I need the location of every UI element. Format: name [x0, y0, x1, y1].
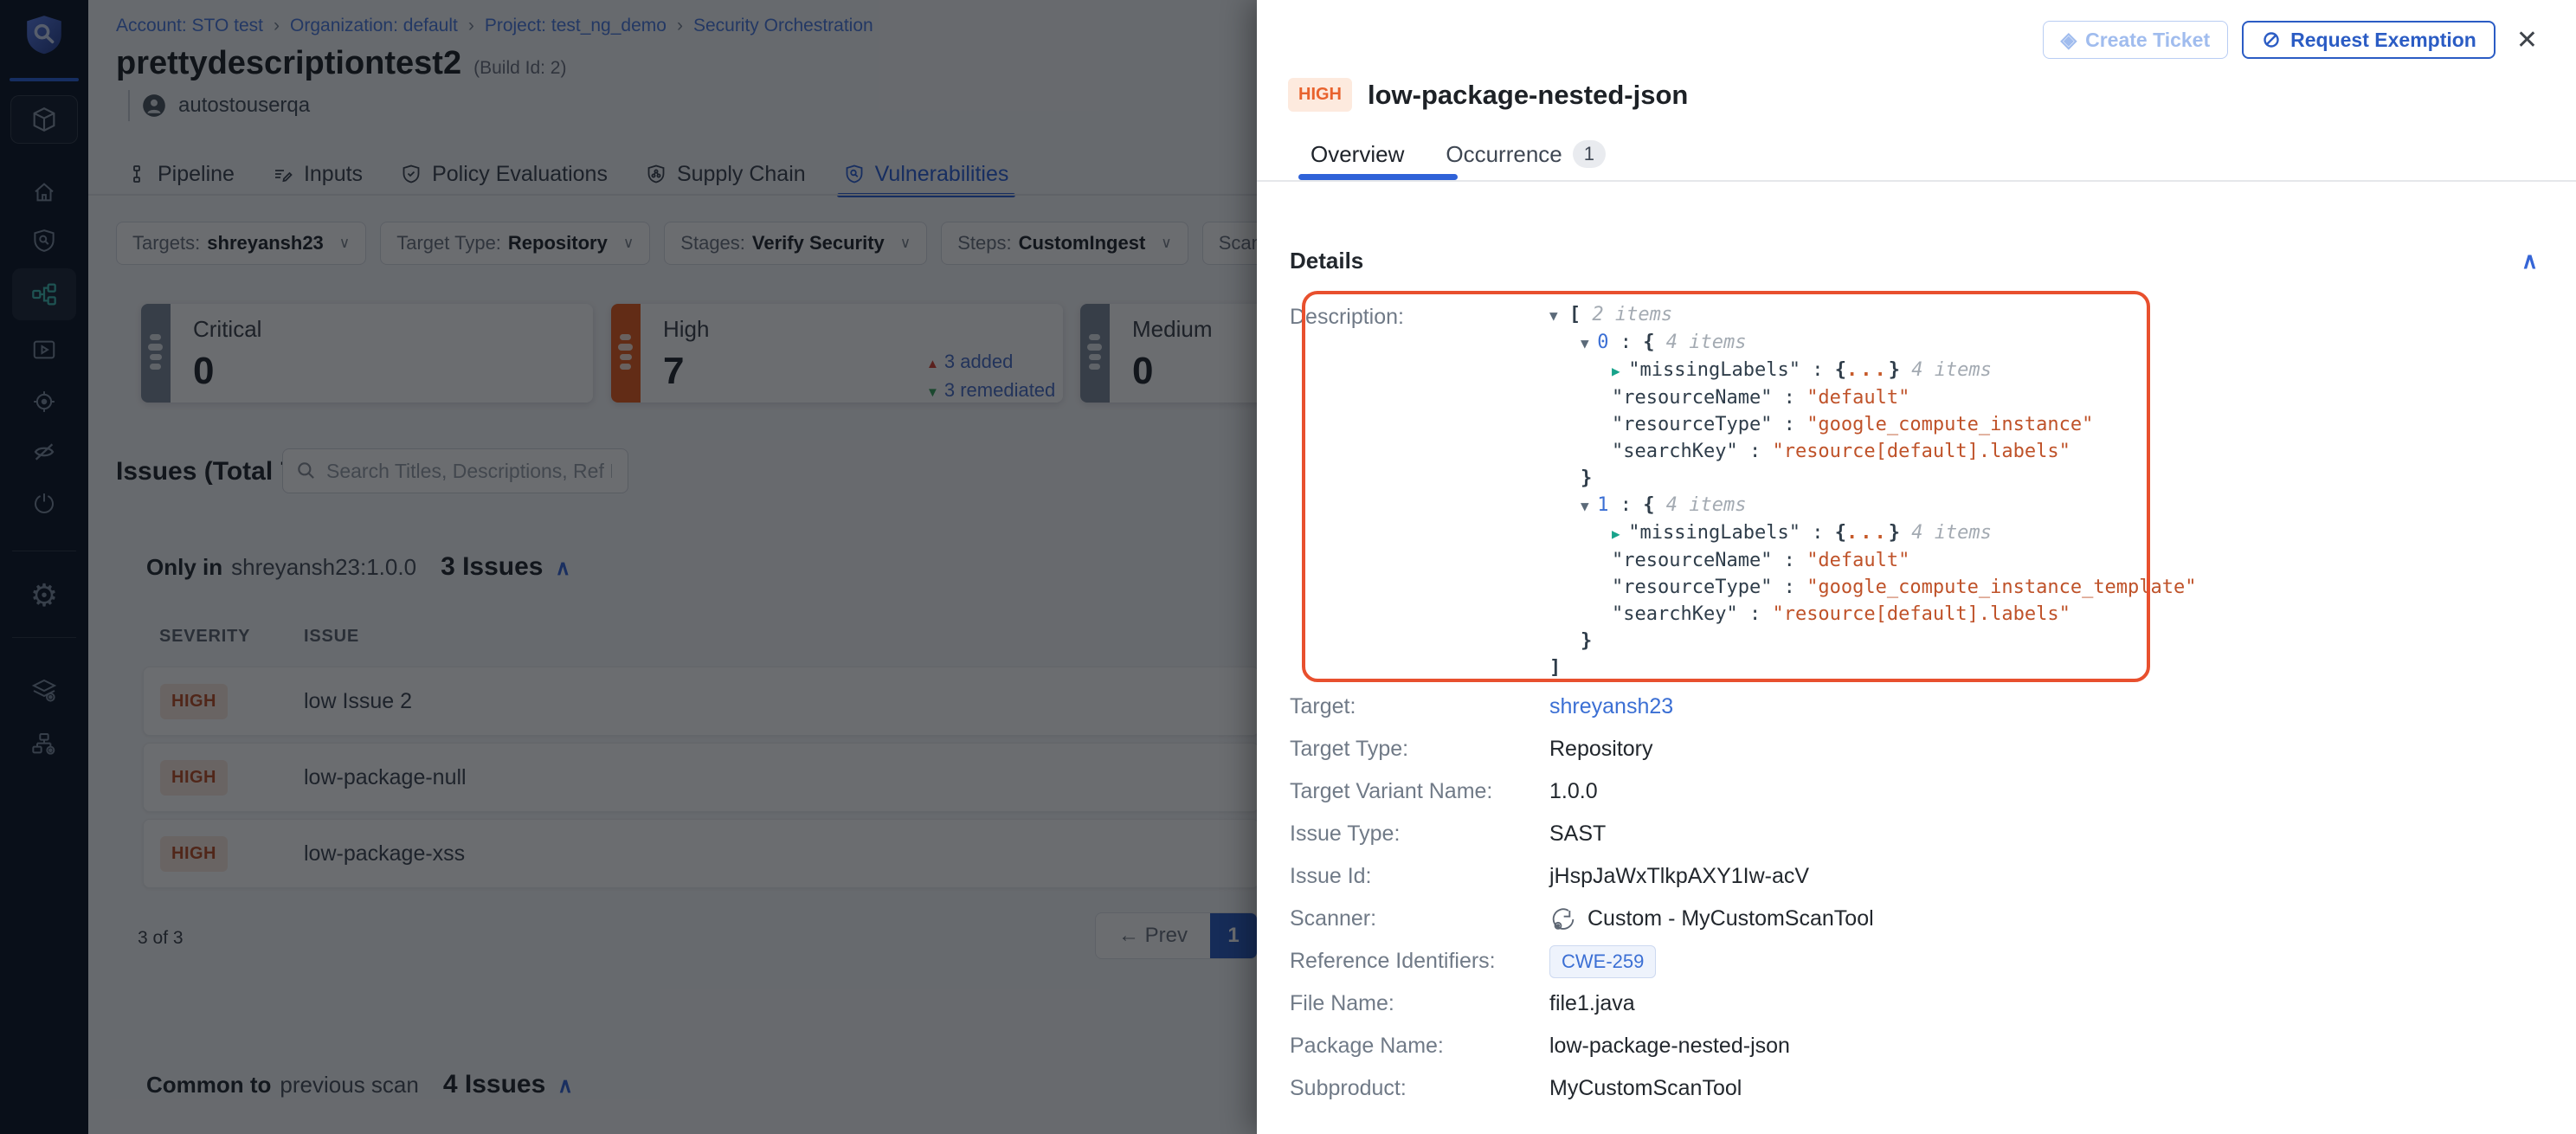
panel-actions: ◈ Create Ticket Request Exemption ✕ — [2043, 21, 2538, 59]
create-ticket-button[interactable]: ◈ Create Ticket — [2043, 21, 2229, 59]
panel-issue-title: low-package-nested-json — [1368, 80, 1688, 111]
details-section-heading: Details — [1290, 248, 1363, 274]
custom-scanner-icon — [1549, 905, 1577, 933]
field-scanner: Scanner: Custom - MyCustomScanTool — [1290, 898, 2502, 940]
field-target-variant-name: Target Variant Name: 1.0.0 — [1290, 770, 2502, 813]
close-icon[interactable]: ✕ — [2516, 25, 2538, 55]
ticket-diamond-icon: ◈ — [2061, 28, 2077, 53]
target-link[interactable]: shreyansh23 — [1549, 694, 1673, 719]
app-window: ⚙ Account: STO test › Organization: defa… — [0, 0, 2576, 1134]
field-target: Target: shreyansh23 — [1290, 686, 2502, 728]
panel-tabs: Overview Occurrence 1 — [1311, 140, 1606, 168]
description-json-viewer[interactable]: ▼ [ 2 items▼ 0 : { 4 items▶ "missingLabe… — [1549, 301, 2197, 681]
field-subproduct: Subproduct: MyCustomScanTool — [1290, 1067, 2502, 1110]
panel-tabs-divider — [1257, 180, 2576, 182]
request-exemption-button[interactable]: Request Exemption — [2242, 21, 2496, 59]
details-fields: Target: shreyansh23 Target Type: Reposit… — [1290, 686, 2502, 1110]
exemption-slash-icon — [2261, 29, 2282, 50]
issue-details-panel: ◈ Create Ticket Request Exemption ✕ HIGH… — [1257, 0, 2576, 1134]
field-target-type: Target Type: Repository — [1290, 728, 2502, 770]
modal-dim-overlay — [0, 0, 1257, 1134]
panel-severity-badge: HIGH — [1288, 78, 1352, 112]
chevron-up-icon[interactable]: ∧ — [2521, 248, 2538, 274]
tab-occurrence[interactable]: Occurrence 1 — [1446, 140, 1606, 168]
active-tab-underline — [1298, 174, 1458, 180]
field-package-name: Package Name: low-package-nested-json — [1290, 1025, 2502, 1067]
field-issue-id: Issue Id: jHspJaWxTlkpAXY1Iw-acV — [1290, 855, 2502, 898]
tab-overview[interactable]: Overview — [1311, 141, 1404, 168]
field-issue-type: Issue Type: SAST — [1290, 813, 2502, 855]
description-label: Description: — [1290, 305, 1404, 330]
cwe-chip[interactable]: CWE-259 — [1549, 945, 1656, 978]
field-file-name: File Name: file1.java — [1290, 983, 2502, 1025]
occurrence-count-badge: 1 — [1573, 140, 1606, 168]
field-reference-identifiers: Reference Identifiers: CWE-259 — [1290, 940, 2502, 983]
